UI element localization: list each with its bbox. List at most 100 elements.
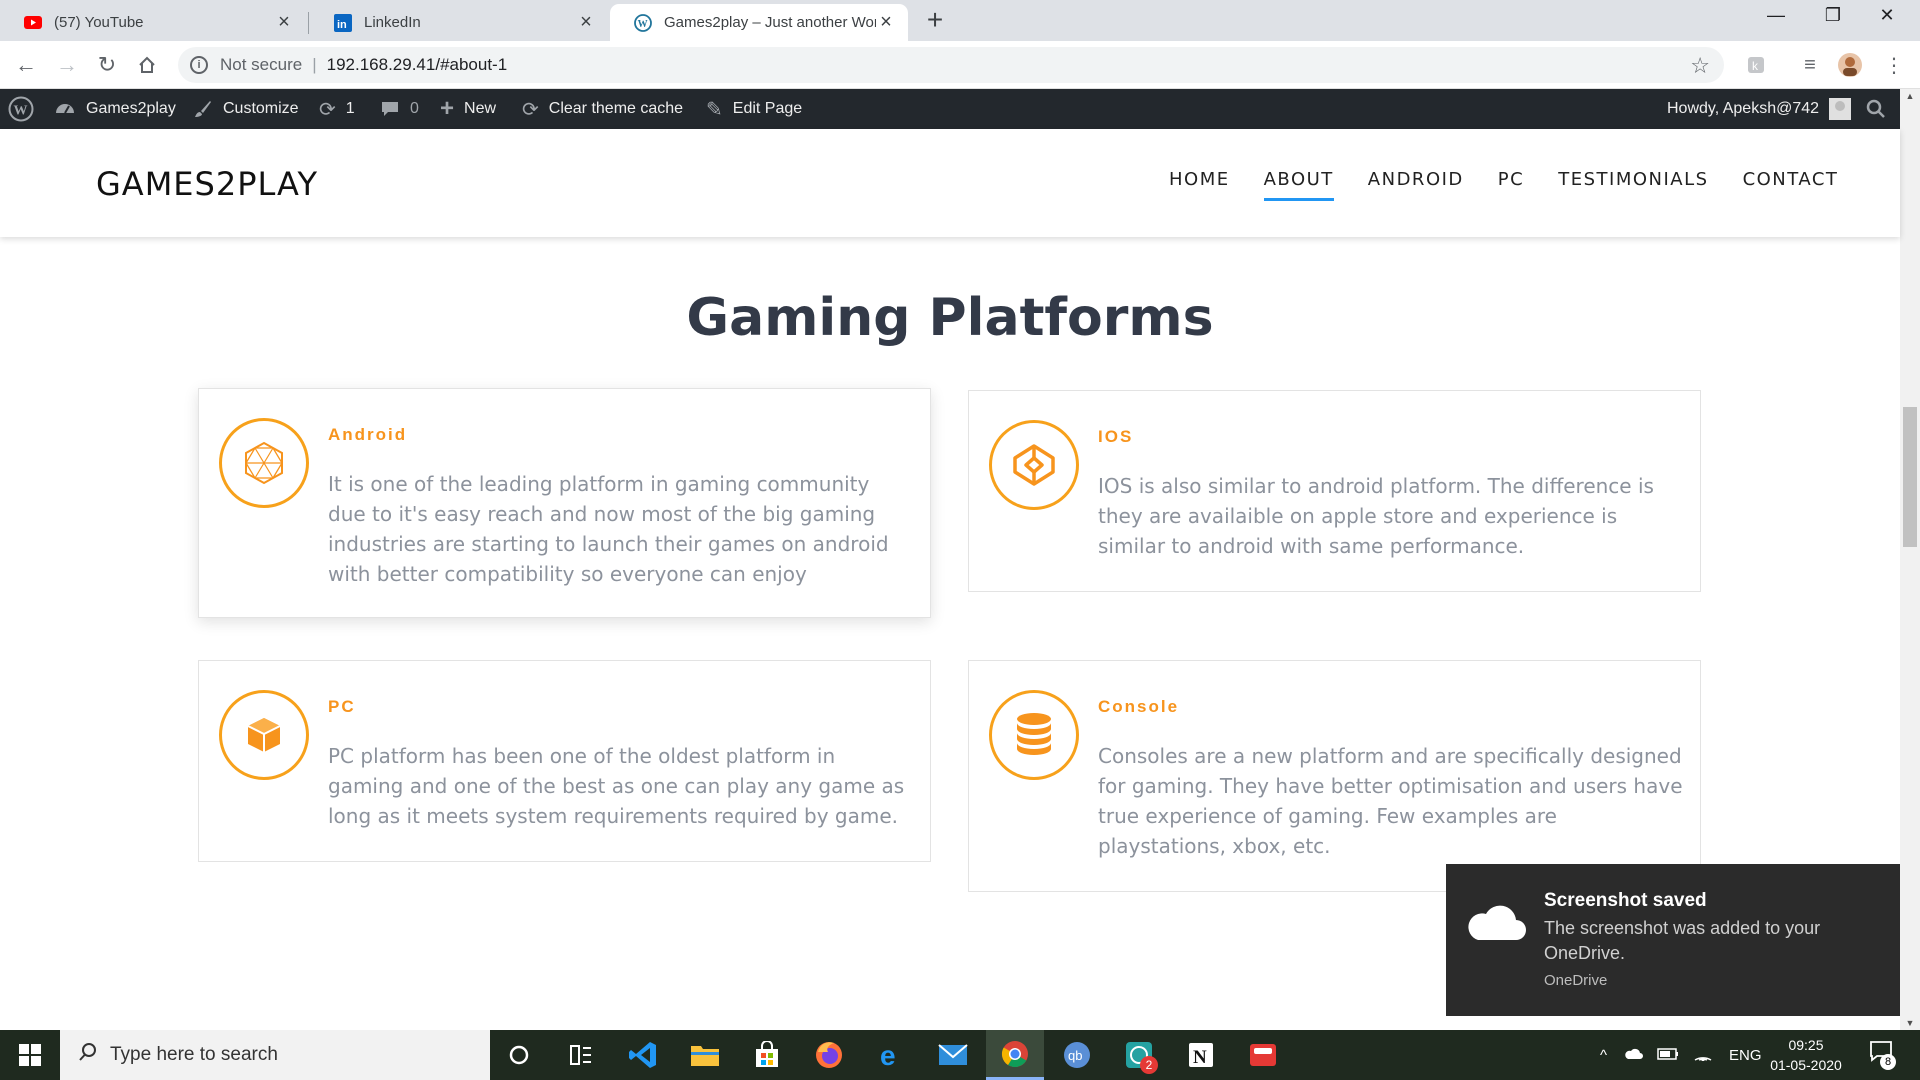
app-notification-badge: 2 (1140, 1056, 1158, 1074)
onedrive-cloud-icon (1464, 900, 1526, 947)
windows-start-icon[interactable] (0, 1030, 60, 1080)
nav-item-home[interactable]: HOME (1169, 169, 1230, 201)
wordpress-icon: W (634, 13, 652, 32)
nav-item-android[interactable]: ANDROID (1368, 169, 1464, 201)
chrome-icon[interactable] (986, 1030, 1044, 1080)
edit-page-link[interactable]: ✎ Edit Page (706, 89, 802, 129)
tab-title: (57) YouTube (54, 14, 144, 31)
updates-link[interactable]: ⟳ 1 (319, 89, 355, 129)
mail-icon[interactable] (924, 1030, 982, 1080)
platform-card-android: Android It is one of the leading platfor… (198, 388, 931, 618)
card-title: Console (1098, 697, 1180, 716)
minimize-icon[interactable]: — (1753, 5, 1799, 26)
site-name-menu[interactable]: Games2play (54, 89, 176, 129)
profile-avatar[interactable] (1836, 51, 1864, 79)
restore-icon[interactable]: ❐ (1810, 5, 1856, 26)
tab-youtube[interactable]: (57) YouTube × (0, 4, 306, 41)
new-label: New (464, 100, 497, 117)
show-hidden-icons-chevron-up-icon[interactable]: ^ (1600, 1047, 1607, 1064)
whatsapp-icon[interactable]: 2 (1110, 1030, 1168, 1080)
media-queue-icon[interactable]: ≡ (1796, 51, 1824, 79)
nav-item-contact[interactable]: CONTACT (1743, 169, 1839, 201)
close-icon[interactable]: × (876, 11, 896, 34)
battery-icon[interactable] (1657, 1047, 1679, 1064)
updates-icon: ⟳ (319, 98, 336, 121)
section-title: Gaming Platforms (686, 288, 1214, 348)
address-bar[interactable]: i Not secure | 192.168.29.41/#about-1 ☆ (178, 47, 1724, 83)
scroll-up-icon[interactable]: ▲ (1900, 91, 1920, 101)
account-menu[interactable]: Howdy, Apeksh@742 (1667, 89, 1852, 129)
back-icon[interactable]: ← (12, 51, 40, 79)
site-name: Games2play (86, 100, 176, 117)
qbittorrent-icon[interactable]: qb (1048, 1030, 1106, 1080)
new-tab-button[interactable]: + (922, 6, 948, 34)
scroll-thumb[interactable] (1903, 407, 1917, 547)
wifi-icon[interactable] (1693, 1045, 1713, 1065)
onedrive-toast[interactable]: Screenshot saved The screenshot was adde… (1446, 864, 1900, 1016)
wp-admin-bar: W Games2play Customize ⟳ 1 0 + New ⟳ Cle… (0, 89, 1900, 129)
refresh-icon: ⟳ (522, 98, 539, 121)
notion-icon[interactable]: N (1172, 1030, 1230, 1080)
close-icon[interactable]: × (576, 11, 596, 34)
new-content-menu[interactable]: + New (440, 89, 496, 129)
menu-kebab-icon[interactable]: ⋮ (1880, 51, 1908, 79)
reload-icon[interactable]: ↻ (93, 51, 121, 79)
vscode-icon[interactable] (614, 1030, 672, 1080)
app-red-icon[interactable] (1234, 1030, 1292, 1080)
firefox-icon[interactable] (800, 1030, 858, 1080)
edit-page-label: Edit Page (732, 100, 803, 117)
edge-icon[interactable]: e (862, 1030, 920, 1080)
platform-card-ios: IOS IOS is also similar to android platf… (968, 390, 1701, 592)
tab-games2play[interactable]: W Games2play – Just another Word × (610, 4, 908, 41)
database-icon (989, 690, 1079, 780)
nav-item-testimonials[interactable]: TESTIMONIALS (1558, 169, 1708, 201)
linkedin-icon: in (334, 13, 352, 32)
platform-card-console: Console Consoles are a new platform and … (968, 660, 1701, 892)
card-text: It is one of the leading platform in gam… (328, 472, 889, 586)
clock-date: 01-05-2020 (1770, 1057, 1842, 1073)
wp-logo-menu[interactable]: W (8, 89, 44, 129)
bookmark-star-icon[interactable]: ☆ (1690, 53, 1710, 79)
svg-text:W: W (14, 104, 28, 119)
nav-item-about[interactable]: ABOUT (1263, 169, 1334, 201)
close-window-icon[interactable]: ✕ (1864, 5, 1910, 26)
file-explorer-icon[interactable] (676, 1030, 734, 1080)
action-center-icon[interactable]: 8 (1866, 1040, 1896, 1070)
home-icon[interactable] (133, 51, 161, 79)
svg-text:e: e (880, 1041, 896, 1069)
youtube-icon (24, 14, 42, 32)
nav-item-pc[interactable]: PC (1498, 169, 1524, 201)
main-navigation: HOME ABOUT ANDROID PC TESTIMONIALS CONTA… (1135, 169, 1838, 201)
toast-title: Screenshot saved (1544, 890, 1707, 911)
close-icon[interactable]: × (274, 11, 294, 34)
onedrive-tray-icon[interactable] (1623, 1046, 1644, 1064)
card-text: Consoles are a new platform and are spec… (1098, 744, 1683, 858)
language-indicator[interactable]: ENG (1729, 1047, 1762, 1064)
comments-link[interactable]: 0 (380, 89, 419, 129)
codepen-icon (989, 420, 1079, 510)
scroll-down-icon[interactable]: ▼ (1900, 1018, 1920, 1028)
task-view-icon[interactable] (552, 1030, 610, 1080)
svg-text:in: in (337, 19, 347, 31)
security-label: Not secure (220, 55, 303, 74)
page-scrollbar[interactable]: ▲ ▼ (1900, 89, 1920, 1030)
taskbar-clock[interactable]: 09:25 01-05-2020 (1766, 1035, 1846, 1075)
tab-linkedin[interactable]: in LinkedIn × (310, 4, 608, 41)
dashboard-icon (54, 98, 76, 120)
info-icon[interactable]: i (190, 56, 208, 74)
site-logo[interactable]: GAMES2PLAY (96, 165, 318, 203)
cortana-icon[interactable] (490, 1030, 548, 1080)
extension-icon[interactable]: k (1742, 51, 1770, 79)
store-icon[interactable] (738, 1030, 796, 1080)
svg-text:qb: qb (1068, 1048, 1082, 1063)
url-text[interactable]: 192.168.29.41/#about-1 (327, 55, 508, 75)
search-icon[interactable] (1866, 89, 1886, 129)
customize-link[interactable]: Customize (193, 89, 299, 129)
card-text: IOS is also similar to android platform.… (1098, 474, 1654, 558)
toast-body: The screenshot was added to your OneDriv… (1544, 918, 1821, 963)
clear-cache-link[interactable]: ⟳ Clear theme cache (522, 89, 683, 129)
taskbar-search-input[interactable]: Type here to search (60, 1030, 490, 1080)
forward-icon[interactable]: → (53, 51, 81, 79)
comments-count: 0 (410, 100, 419, 117)
toast-source: OneDrive (1544, 972, 1608, 989)
